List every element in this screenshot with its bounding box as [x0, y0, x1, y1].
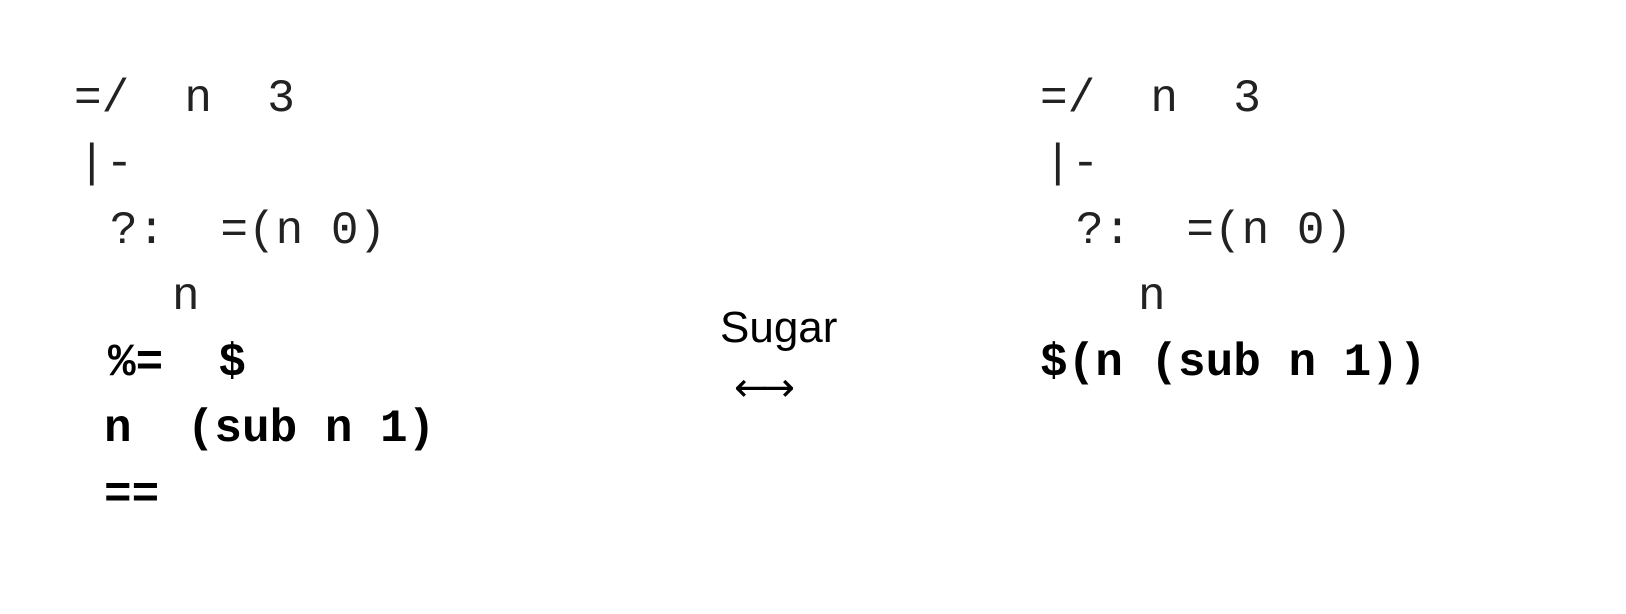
right-code-line-4: n — [1138, 271, 1166, 323]
bidirectional-arrow-icon: ←→ — [734, 365, 795, 411]
right-code-line-5: $(n (sub n 1)) — [1040, 337, 1427, 389]
right-code-line-1: =/ n 3 — [1040, 73, 1261, 125]
right-code-line-2: |- — [1044, 138, 1100, 190]
left-code-line-6: n (sub n 1) — [104, 403, 436, 455]
left-code-line-3: ?: =(n 0) — [110, 205, 387, 257]
left-code-line-5: %= $ — [108, 337, 247, 389]
sugar-label: Sugar — [720, 303, 838, 352]
left-code-line-1: =/ n 3 — [74, 73, 295, 125]
left-code-line-4: n — [172, 271, 200, 323]
left-code-line-7: == — [104, 469, 160, 521]
left-code-line-2: |- — [78, 138, 134, 190]
right-code-line-3: ?: =(n 0) — [1076, 205, 1353, 257]
